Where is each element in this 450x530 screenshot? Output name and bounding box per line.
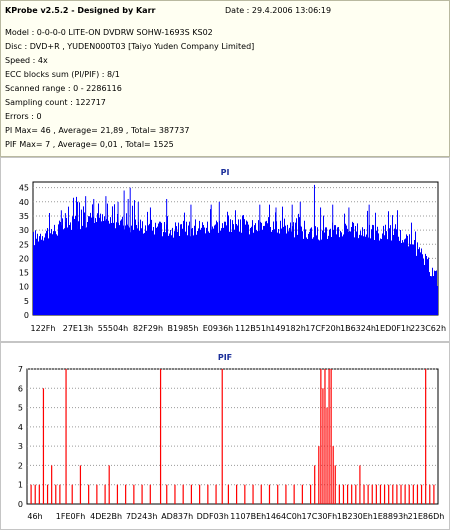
info-line-sampling: Sampling count : 122717	[5, 98, 106, 107]
info-line-pif: PIF Max= 7 , Average= 0,01 , Total= 1525	[5, 140, 174, 149]
pi-x-tick-label: 55504h	[98, 324, 129, 333]
info-line-ecc: ECC blocks sum (PI/PIF) : 8/1	[5, 70, 120, 79]
pi-y-tick-label: 40	[19, 198, 29, 207]
pif-plot-area	[26, 368, 439, 505]
pi-x-tick-label: 27E13h	[63, 324, 93, 333]
pi-y-tick-label: 45	[19, 184, 29, 193]
pif-y-tick-label: 1	[18, 481, 23, 490]
pif-x-tick-label: 1107BEh	[230, 512, 266, 521]
pif-x-tick-label: 7D243h	[126, 512, 158, 521]
pif-x-tick-label: 4DE2Bh	[90, 512, 122, 521]
pi-x-tick-label: 17CF20h	[305, 324, 341, 333]
info-panel: KProbe v2.5.2 - Designed by Karr Date : …	[0, 0, 450, 157]
info-line-errors: Errors : 0	[5, 112, 42, 121]
pif-y-tick-label: 7	[18, 365, 23, 374]
pi-y-tick-label: 10	[19, 283, 29, 292]
pi-y-tick-label: 20	[19, 254, 29, 263]
pi-y-tick-label: 5	[24, 297, 29, 306]
pif-x-tick-label: 21E86Dh	[408, 512, 445, 521]
pif-y-tick-label: 3	[18, 442, 23, 451]
pi-x-tick-label: 122Fh	[31, 324, 56, 333]
pif-x-tick-label: 1464C0h	[266, 512, 302, 521]
info-line-range: Scanned range : 0 - 2286116	[5, 84, 122, 93]
info-line-speed: Speed : 4x	[5, 56, 48, 65]
pi-x-tick-label: 112B51h	[235, 324, 271, 333]
app-title: KProbe v2.5.2 - Designed by Karr	[5, 6, 156, 15]
pif-chart: 0 1 2 3 4 5 6 7 46h 1FE0Fh 4DE2Bh 7D243h AD837h DDF03…	[18, 365, 445, 521]
pif-x-tick-label: 1E8893h	[373, 512, 409, 521]
pif-y-tick-label: 4	[18, 423, 23, 432]
pi-x-tick-label: 1ED0F1h	[375, 324, 411, 333]
pif-y-tick-label: 0	[18, 500, 23, 509]
pi-x-tick-label: B1985h	[168, 324, 199, 333]
pif-x-tick-label: AD837h	[161, 512, 193, 521]
info-line-model: Model : 0-0-0-0 LITE-ON DVDRW SOHW-1693S…	[5, 28, 213, 37]
scan-date: Date : 29.4.2006 13:06:19	[225, 6, 332, 15]
pif-x-tick-label: 1FE0Fh	[56, 512, 86, 521]
pi-x-tick-label: 82F29h	[133, 324, 163, 333]
pi-x-tick-label: 223C62h	[410, 324, 446, 333]
pi-chart-panel: PI 0 5 10 15 20 25 30 35 40 45 122Fh 27E13h 55504h 82…	[0, 157, 450, 342]
pi-x-tick-label: 149182h	[270, 324, 306, 333]
pif-y-tick-label: 2	[18, 461, 23, 470]
pi-y-tick-label: 0	[24, 311, 29, 320]
pi-x-tick-label: E0936h	[203, 324, 233, 333]
pif-x-tick-label: 17C30Fh	[302, 512, 338, 521]
info-line-disc: Disc : DVD+R , YUDEN000T03 [Taiyo Yuden …	[5, 42, 255, 51]
pif-x-tick-label: 46h	[27, 512, 42, 521]
pif-y-tick-label: 6	[18, 384, 23, 393]
pi-y-tick-label: 25	[19, 240, 29, 249]
pif-x-tick-label: DDF03h	[197, 512, 229, 521]
info-line-pi: PI Max= 46 , Average= 21,89 , Total= 387…	[5, 126, 190, 135]
pi-y-tick-label: 35	[19, 212, 29, 221]
pi-y-tick-label: 30	[19, 226, 29, 235]
pif-x-tick-label: 1B230Eh	[337, 512, 373, 521]
pif-y-tick-label: 5	[18, 404, 23, 413]
pi-chart: 0 5 10 15 20 25 30 35 40 45 122Fh 27E13h 55504h 82F29…	[19, 181, 446, 333]
pif-chart-panel: PIF 0 1 2 3 4 5 6 7 46h 1FE0Fh 4DE2Bh 7D243h AD837h D…	[0, 342, 450, 530]
pi-y-tick-label: 15	[19, 269, 29, 278]
pi-x-tick-label: 1B6324h	[340, 324, 376, 333]
